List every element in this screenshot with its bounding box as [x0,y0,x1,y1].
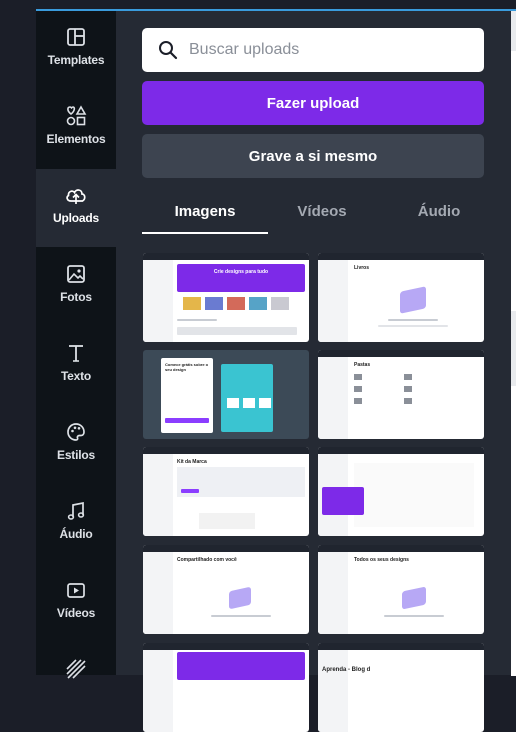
active-tab-indicator [142,232,268,234]
sidebar-item-videos[interactable]: Vídeos [36,564,116,642]
upload-thumbnail[interactable]: Comece grátis sobre o seu design [143,350,309,439]
sidebar-item-label: Fotos [60,290,92,304]
search-placeholder: Buscar uploads [189,41,300,58]
sidebar-item-uploads[interactable]: Uploads [36,169,116,247]
templates-icon [64,25,88,49]
uploads-icon [64,183,88,207]
video-play-icon [64,578,88,602]
thumbnail-title: Comece grátis sobre o seu design [165,362,209,372]
search-input[interactable]: Buscar uploads [142,28,484,72]
thumbnail-title: Aprenda - Blog d [322,667,371,673]
styles-icon [64,420,88,444]
sidebar-item-templates[interactable]: Templates [36,11,116,89]
sidebar-item-styles[interactable]: Estilos [36,406,116,484]
sidebar-item-text[interactable]: Texto [36,327,116,405]
thumbnail-title: Compartilhado com você [177,557,237,563]
thumbnail-title: Livros [354,265,370,271]
record-yourself-button[interactable]: Grave a si mesmo [142,134,484,178]
upload-thumbnail[interactable]: Aprenda - Blog d [318,643,484,732]
pattern-icon [64,657,88,681]
search-icon [158,40,178,60]
uploads-grid: Crie designs para tudo Livros Comece grá… [142,251,484,732]
text-icon [64,341,88,365]
tab-images[interactable]: Imagens [142,199,268,235]
sidebar-item-label: Estilos [57,448,95,462]
upload-thumbnail[interactable]: Kit da Marca [143,447,309,536]
elements-icon [64,104,88,128]
upload-thumbnail[interactable]: Todos os seus designs [318,545,484,634]
thumbnail-title: Todos os seus designs [354,557,409,563]
upload-thumbnail[interactable] [318,447,484,536]
music-note-icon [64,499,88,523]
media-tabs: Imagens Vídeos Áudio [142,199,484,235]
tab-videos[interactable]: Vídeos [277,199,367,235]
side-rail: Templates Elementos Uploads Fotos Texto … [36,11,116,679]
sidebar-item-label: Uploads [53,211,99,225]
upload-thumbnail[interactable]: Pastas [318,350,484,439]
thumbnail-title: Pastas [354,362,371,368]
sidebar-item-label: Texto [60,369,92,383]
sidebar-item-label: Elementos [46,132,106,146]
sidebar-item-more[interactable] [36,643,116,721]
upload-thumbnail[interactable]: Crie designs para tudo [143,253,309,342]
upload-thumbnail[interactable]: Livros [318,253,484,342]
photos-icon [64,262,88,286]
upload-thumbnail[interactable] [143,643,309,732]
thumbnail-title: Crie designs para tudo [213,269,269,275]
sidebar-item-photos[interactable]: Fotos [36,248,116,326]
canvas-edge [511,11,516,676]
sidebar-item-label: Vídeos [56,606,96,620]
sidebar-item-label: Áudio [59,527,93,541]
thumbnail-title: Kit da Marca [177,459,207,465]
uploads-panel: Buscar uploads Fazer upload Grave a si m… [116,11,511,732]
upload-thumbnail[interactable]: Compartilhado com você [143,545,309,634]
sidebar-item-audio[interactable]: Áudio [36,485,116,563]
sidebar-item-elements[interactable]: Elementos [36,90,116,168]
sidebar-item-label: Templates [47,53,105,67]
tab-audio[interactable]: Áudio [394,199,484,235]
upload-button[interactable]: Fazer upload [142,81,484,125]
